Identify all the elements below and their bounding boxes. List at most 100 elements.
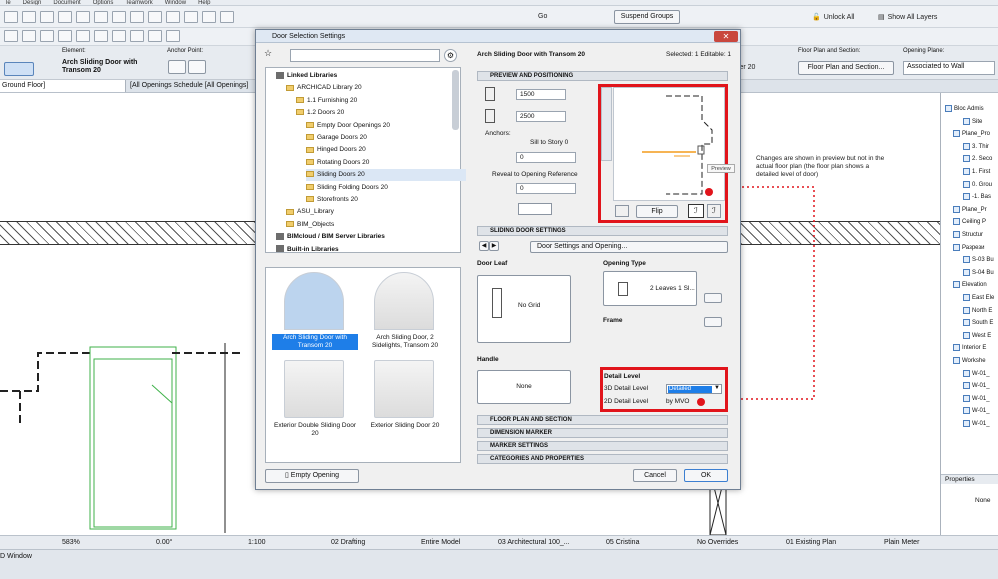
pen-set[interactable]: 03 Architectural 100_... (498, 536, 570, 549)
go-menu[interactable]: Go (538, 13, 547, 20)
library-tree-item[interactable]: 1.2 Doors 20 (296, 107, 466, 119)
unlock-all-button[interactable]: 🔓 Unlock All (812, 13, 854, 21)
tool-icon[interactable] (148, 30, 162, 42)
cancel-button[interactable]: Cancel (633, 469, 677, 482)
close-icon[interactable]: ✕ (714, 31, 738, 42)
navigator-item[interactable]: West E (941, 330, 998, 342)
override-set[interactable]: No Overrides (697, 536, 738, 549)
user-name[interactable]: 05 Cristina (606, 536, 639, 549)
navigator-item[interactable]: 2. Seco (941, 153, 998, 165)
tool-icon[interactable] (76, 11, 90, 23)
library-tree-item[interactable]: Sliding Doors 20 (306, 169, 466, 182)
tool-icon[interactable] (184, 11, 198, 23)
navigator-item[interactable]: 0. Grou (941, 179, 998, 191)
tool-icon[interactable] (220, 11, 234, 23)
settings-page-dropdown[interactable]: Door Settings and Opening... (530, 241, 728, 253)
preview-positioning-section[interactable]: PREVIEW AND POSITIONING (477, 71, 728, 81)
tool-icon[interactable] (166, 11, 180, 23)
scale-value[interactable]: 1:100 (248, 536, 266, 549)
door-leaf-button[interactable]: No Grid (477, 275, 571, 343)
navigator-item[interactable]: Разрези (941, 242, 998, 254)
anchor-button[interactable] (168, 60, 186, 74)
navigator-item[interactable]: Workshe (941, 355, 998, 367)
sill-input[interactable]: 0 (516, 152, 576, 163)
show-all-layers-button[interactable]: ▤ Show All Layers (878, 13, 937, 21)
tool-icon[interactable] (22, 11, 36, 23)
navigator-item[interactable]: W-01_ (941, 393, 998, 405)
library-search-input[interactable] (290, 49, 440, 62)
anchor-button[interactable] (187, 60, 206, 74)
library-tree-item[interactable]: BIMcloud / BIM Server Libraries (276, 231, 466, 243)
frame-options[interactable] (704, 317, 722, 327)
tool-icon[interactable] (22, 30, 36, 42)
collapsed-section-header[interactable]: MARKER SETTINGS (477, 441, 728, 451)
collapsed-section-header[interactable]: FLOOR PLAN AND SECTION (477, 415, 728, 425)
prev-page-icon[interactable]: ◀ (479, 241, 489, 251)
library-tree-item[interactable]: Rotating Doors 20 (306, 157, 466, 169)
navigator-item[interactable]: W-01_ (941, 405, 998, 417)
opening-type-button[interactable]: 2 Leaves 1 Sl... (603, 271, 697, 306)
door-thumbnail[interactable]: Arch Sliding Door with Transom 20 (272, 270, 358, 356)
tab-ground-floor[interactable]: Ground Floor] (0, 80, 126, 92)
tool-icon[interactable] (58, 30, 72, 42)
navigator-item[interactable]: W-01_ (941, 418, 998, 430)
sliding-door-section[interactable]: SLIDING DOOR SETTINGS (477, 226, 728, 236)
door-tool-button[interactable] (4, 62, 34, 76)
library-tree-item[interactable]: Built-in Libraries (276, 244, 466, 256)
library-tree-item[interactable]: Storefronts 20 (306, 194, 466, 206)
navigator-item[interactable]: South E (941, 317, 998, 329)
tool-icon[interactable] (40, 11, 54, 23)
navigator-item[interactable]: Plane_Pr (941, 204, 998, 216)
tool-icon[interactable] (40, 30, 54, 42)
width-input[interactable]: 1500 (516, 89, 566, 100)
dimension-standard[interactable]: Plain Meter (884, 536, 919, 549)
model-view[interactable]: Entire Model (421, 536, 460, 549)
library-tree-item[interactable]: BIM_Objects (286, 219, 466, 231)
navigator-item[interactable]: W-01_ (941, 380, 998, 392)
tool-icon[interactable] (58, 11, 72, 23)
library-tree-item[interactable]: Empty Door Openings 20 (306, 120, 466, 132)
empty-opening-button[interactable]: ▯ Empty Opening (265, 469, 359, 483)
tool-icon[interactable] (130, 11, 144, 23)
navigator-item[interactable]: North E (941, 305, 998, 317)
library-tree-item[interactable]: Sliding Folding Doors 20 (306, 182, 466, 194)
flip-button[interactable]: Flip (636, 205, 678, 218)
mirror-icon[interactable]: ℐ (688, 204, 704, 218)
navigator-item[interactable]: Interior E (941, 342, 998, 354)
navigator-item[interactable]: Plane_Pro (941, 128, 998, 140)
navigator-item[interactable]: 1. First (941, 166, 998, 178)
tool-icon[interactable] (130, 30, 144, 42)
library-tree-item[interactable]: Hinged Doors 20 (306, 144, 466, 156)
rotate-icon[interactable] (615, 205, 629, 217)
navigator-item[interactable]: -1. Bas (941, 191, 998, 203)
tab-openings-schedule[interactable]: [All Openings Schedule [All Openings] (130, 80, 254, 92)
ok-button[interactable]: OK (684, 469, 728, 482)
navigator-item[interactable]: Bloc Admis (941, 103, 998, 115)
detail-2d-value[interactable]: by MVO (666, 398, 689, 405)
layer-combination[interactable]: 02 Drafting (331, 536, 365, 549)
tool-icon[interactable] (4, 11, 18, 23)
handle-button[interactable]: None (477, 370, 571, 404)
tool-icon[interactable] (94, 30, 108, 42)
tool-icon[interactable] (112, 11, 126, 23)
opening-type-options[interactable] (704, 293, 722, 303)
library-tree-item[interactable]: Linked Libraries (276, 70, 466, 82)
star-icon[interactable]: ☆ (264, 48, 272, 58)
tree-scrollbar[interactable] (452, 70, 459, 130)
tool-icon[interactable] (76, 30, 90, 42)
gear-icon[interactable]: ⚙ (444, 49, 457, 62)
navigator-item[interactable]: 3. Thir (941, 141, 998, 153)
tool-icon[interactable] (166, 30, 180, 42)
opening-plane-dropdown[interactable]: Associated to Wall (903, 61, 995, 75)
angle-value[interactable]: 0.00° (156, 536, 172, 549)
reveal-input[interactable]: 0 (516, 183, 576, 194)
door-thumbnail[interactable]: Exterior Double Sliding Door 20 (272, 358, 358, 444)
navigator-item[interactable]: Elevation (941, 279, 998, 291)
mirror-icon[interactable]: ℐ (707, 204, 721, 218)
library-tree-item[interactable]: Garage Doors 20 (306, 132, 466, 144)
navigator-item[interactable]: East Ele (941, 292, 998, 304)
next-page-icon[interactable]: ▶ (489, 241, 499, 251)
zoom-value[interactable]: 583% (62, 536, 80, 549)
collapsed-section-header[interactable]: DIMENSION MARKER (477, 428, 728, 438)
navigator-item[interactable]: W-01_ (941, 368, 998, 380)
